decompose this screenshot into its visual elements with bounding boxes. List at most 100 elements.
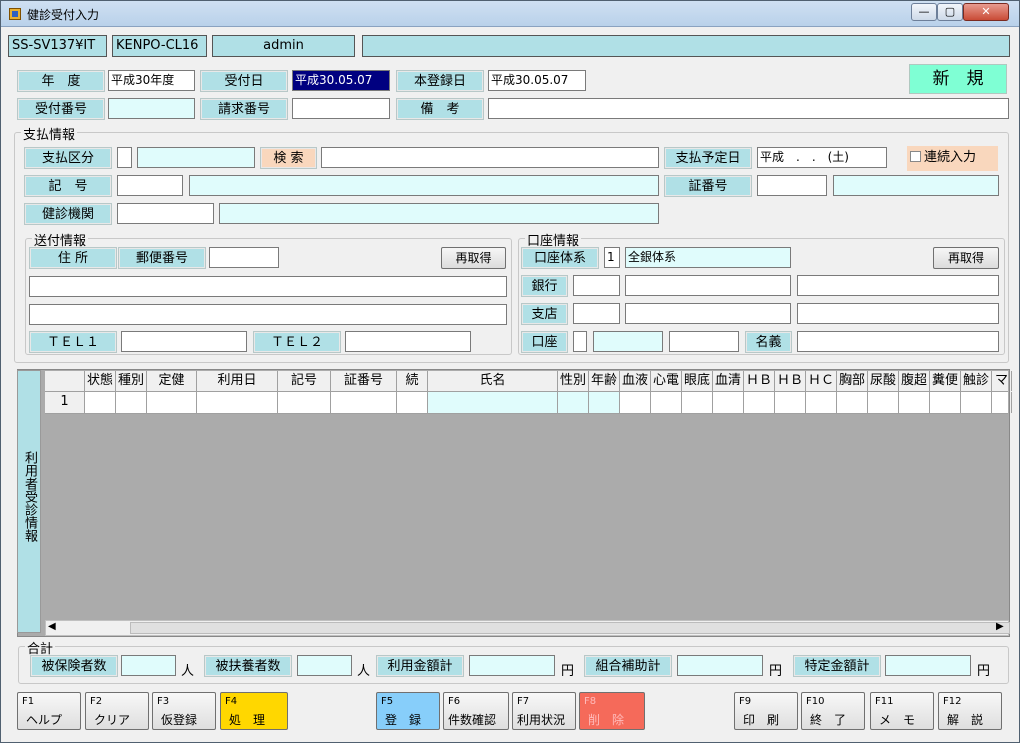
table-cell[interactable] [147,392,197,413]
kumiai-label: 組合補助計 [584,655,672,677]
column-header[interactable]: 触診 [961,371,992,391]
table-cell[interactable] [428,392,558,413]
column-header[interactable]: 腹超 [899,371,930,391]
scroll-thumb[interactable] [130,622,1010,634]
table-cell[interactable] [930,392,961,413]
ginko-name-field[interactable] [625,275,791,296]
koza-reget-button[interactable]: 再取得 [933,247,999,269]
ginko-code-field[interactable] [573,275,620,296]
column-header[interactable]: 糞便 [930,371,961,391]
kigo-field[interactable] [117,175,183,196]
sofu-reget-button[interactable]: 再取得 [441,247,506,269]
search-field[interactable] [321,147,659,168]
column-header[interactable]: 心電 [651,371,682,391]
meigi-field[interactable] [797,331,999,352]
shiten-code-field[interactable] [573,303,620,324]
renzoku-checkbox-box[interactable] [910,151,921,162]
table-cell[interactable] [620,392,651,413]
column-header[interactable]: 種別 [116,371,147,391]
f7-usage-button[interactable]: F7 利用状況 [512,692,576,730]
column-header[interactable]: 性別 [558,371,589,391]
table-cell[interactable] [116,392,147,413]
table-cell[interactable] [682,392,713,413]
table-cell[interactable] [197,392,278,413]
column-header[interactable]: 記号 [278,371,331,391]
table-cell[interactable] [744,392,775,413]
f1-help-button[interactable]: F1 ヘルプ [17,692,81,730]
maximize-button[interactable]: ▢ [937,3,963,21]
column-header[interactable]: 年齢 [589,371,620,391]
table-cell[interactable] [589,392,620,413]
table-cell[interactable] [775,392,806,413]
f6-count-button[interactable]: F6 件数確認 [443,692,509,730]
table-cell[interactable] [961,392,992,413]
column-header[interactable]: 血清 [713,371,744,391]
address2-field[interactable] [29,304,507,325]
column-header[interactable]: 胸部 [837,371,868,391]
f5-register-button[interactable]: F5 登 録 [376,692,440,730]
f2-clear-button[interactable]: F2 クリア [85,692,149,730]
table-cell[interactable] [899,392,930,413]
column-header[interactable]: 尿酸 [868,371,899,391]
column-header[interactable]: 状態 [85,371,116,391]
grid-hscrollbar[interactable]: ◀ ▶ [45,620,1010,636]
tel2-field[interactable] [345,331,471,352]
column-header[interactable]: 証番号 [331,371,397,391]
f10-exit-button[interactable]: F10 終 了 [801,692,865,730]
f8-delete-button[interactable]: F8 削 除 [579,692,645,730]
address1-field[interactable] [29,276,507,297]
uketsukebi-field[interactable]: 平成30.05.07 [292,70,390,91]
tel1-field[interactable] [121,331,247,352]
f12-explain-button[interactable]: F12 解 説 [938,692,1002,730]
ginko-kana-field[interactable] [797,275,999,296]
f11-memo-button[interactable]: F11 メ モ [870,692,934,730]
renzoku-checkbox[interactable]: 連続入力 [907,146,998,171]
yotei-field[interactable]: 平成 . . (土) [757,147,887,168]
column-header[interactable]: ＨＢ [744,371,775,391]
column-header[interactable]: 続 [397,371,428,391]
seikyu-no-field[interactable] [292,98,390,119]
table-cell[interactable] [278,392,331,413]
biko-field[interactable] [488,98,1009,119]
f4-process-button[interactable]: F4 処 理 [220,692,288,730]
nendo-field[interactable]: 平成30年度 [108,70,195,91]
f9-print-button[interactable]: F9 印 刷 [734,692,798,730]
table-cell[interactable] [331,392,397,413]
search-button[interactable]: 検 索 [260,147,317,169]
shoban-field[interactable] [757,175,827,196]
yubin-field[interactable] [209,247,279,268]
column-header[interactable]: マ [992,371,1012,391]
close-button[interactable]: ✕ [963,3,1009,21]
f3-temp-register-button[interactable]: F3 仮登録 [152,692,216,730]
column-header[interactable]: 利用日 [197,371,278,391]
table-cell[interactable] [651,392,682,413]
column-header[interactable]: 氏名 [428,371,558,391]
table-cell[interactable] [85,392,116,413]
table-cell[interactable] [713,392,744,413]
column-header[interactable]: ＨＣ [806,371,837,391]
grid-corner [45,371,85,391]
column-header[interactable]: 眼底 [682,371,713,391]
minimize-button[interactable]: — [911,3,937,21]
shiten-name-field[interactable] [625,303,791,324]
taikei-code-field[interactable]: 1 [604,247,620,268]
scroll-left-icon[interactable]: ◀ [48,621,56,632]
scroll-right-icon[interactable]: ▶ [996,621,1004,632]
koza-number-field[interactable] [669,331,739,352]
column-header[interactable]: 定健 [147,371,197,391]
table-cell[interactable] [992,392,1012,413]
table-cell[interactable] [806,392,837,413]
koza-type-field[interactable] [573,331,587,352]
table-cell[interactable] [837,392,868,413]
column-header[interactable]: 血液 [620,371,651,391]
uketsuke-no-field[interactable] [108,98,195,119]
shiharai-kubun-code[interactable] [117,147,132,168]
honnendo-field[interactable]: 平成30.05.07 [488,70,586,91]
table-row[interactable]: 1 [45,392,1012,414]
shiten-kana-field[interactable] [797,303,999,324]
table-cell[interactable] [868,392,899,413]
table-cell[interactable] [397,392,428,413]
column-header[interactable]: ＨＢ [775,371,806,391]
table-cell[interactable] [558,392,589,413]
kikan-field[interactable] [117,203,214,224]
